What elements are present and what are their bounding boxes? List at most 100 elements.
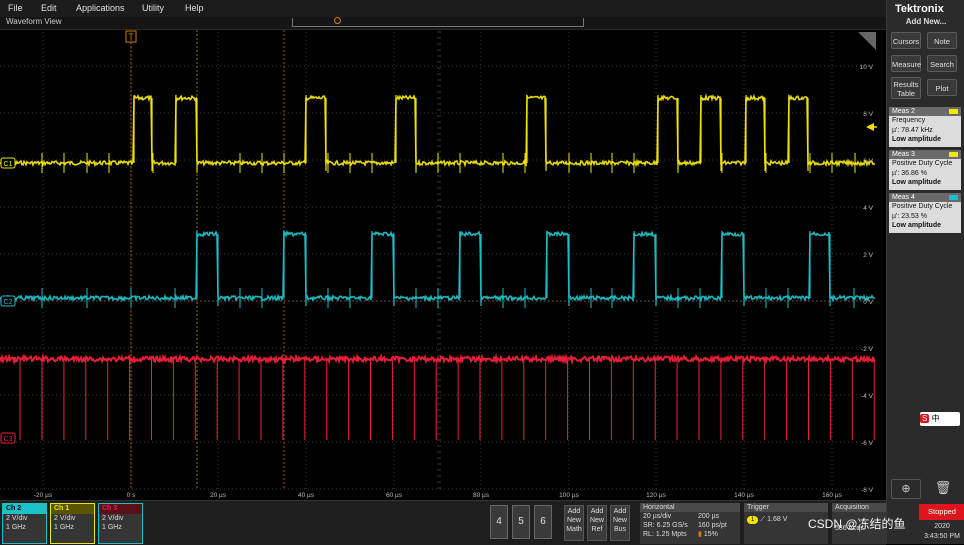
time-tick-label: 120 µs bbox=[646, 492, 666, 499]
ime-mode-label: 中 bbox=[931, 414, 940, 423]
channel-marker-label-1: C1 bbox=[4, 161, 13, 168]
channel-marker-label-2: C2 bbox=[4, 299, 13, 306]
meas-2-badge[interactable]: Meas 2 Frequency µ': 78.47 kHz Low ampli… bbox=[889, 107, 961, 147]
meas-4-title: Meas 4 bbox=[892, 194, 915, 201]
channel-4-button[interactable]: 4 bbox=[490, 505, 508, 539]
add-new-math-button[interactable]: Add New Math bbox=[564, 505, 584, 541]
meas-3-value: µ': 36.86 % bbox=[892, 169, 927, 177]
horizontal-badge[interactable]: Horizontal 20 µs/div 200 µs SR: 6.25 GS/s… bbox=[640, 503, 740, 544]
ch3-title: Ch 3 bbox=[99, 504, 142, 514]
add-ref-l2: New bbox=[589, 517, 604, 524]
volt-tick-label: 4 V bbox=[863, 205, 873, 212]
time-tick-label: 80 µs bbox=[473, 492, 490, 499]
add-math-l1: Add bbox=[567, 508, 581, 515]
menu-help[interactable]: Help bbox=[185, 3, 204, 13]
menu-bar: File Edit Applications Utility Help bbox=[0, 0, 886, 18]
volt-tick-label: 2 V bbox=[863, 252, 873, 259]
trigger-title: Trigger bbox=[744, 503, 828, 512]
trigger-channel: 1 bbox=[747, 516, 759, 524]
measure-button[interactable]: Measure bbox=[891, 55, 921, 72]
add-new-ref-button[interactable]: Add New Ref bbox=[587, 505, 607, 541]
record-overview-bar[interactable] bbox=[292, 17, 584, 27]
add-bus-l3: Bus bbox=[613, 526, 627, 533]
meas-3-badge[interactable]: Meas 3 Positive Duty Cycle µ': 36.86 % L… bbox=[889, 150, 961, 190]
add-new-bus-button[interactable]: Add New Bus bbox=[610, 505, 630, 541]
meas-4-badge[interactable]: Meas 4 Positive Duty Cycle µ': 23.53 % L… bbox=[889, 193, 961, 233]
cursors-button[interactable]: Cursors bbox=[891, 32, 921, 49]
plot-button[interactable]: Plot bbox=[927, 79, 957, 96]
trigger-marker-label: T bbox=[128, 32, 134, 42]
zoom-icon[interactable]: ⊕ bbox=[891, 479, 921, 499]
run-stop-status[interactable]: Stopped bbox=[919, 504, 964, 520]
volt-tick-label: 0 V bbox=[863, 299, 873, 306]
add-math-l2: New bbox=[566, 517, 581, 524]
ch3-trace bbox=[0, 352, 876, 366]
add-ref-l3: Ref bbox=[591, 526, 603, 533]
menu-applications[interactable]: Applications bbox=[76, 3, 125, 13]
meas-4-label: Positive Duty Cycle bbox=[892, 203, 953, 210]
brand-logo: Tektronix bbox=[895, 3, 944, 15]
input-method-icon[interactable]: S 中 bbox=[920, 412, 960, 426]
volt-tick-label: 10 V bbox=[860, 64, 874, 71]
settings-bar: Ch 2 2 V/div 1 GHz Ch 1 2 V/div 1 GHz Ch… bbox=[0, 500, 886, 545]
horizontal-rl: RL: 1.25 Mpts bbox=[643, 531, 687, 538]
right-panel: Tektronix Add New... Cursors Note Measur… bbox=[886, 0, 964, 544]
add-ref-l1: Add bbox=[590, 508, 604, 515]
meas-4-value: µ': 23.53 % bbox=[892, 212, 927, 220]
note-button[interactable]: Note bbox=[927, 32, 957, 49]
meas-3-color-swatch bbox=[949, 152, 958, 157]
meas-3-note: Low amplitude bbox=[892, 179, 941, 186]
meas-3-label: Positive Duty Cycle bbox=[892, 160, 953, 167]
time-tick-label: 60 µs bbox=[386, 492, 403, 499]
trigger-level: 1.68 V bbox=[767, 516, 788, 523]
menu-file[interactable]: File bbox=[8, 3, 23, 13]
horizontal-pt: 160 ps/pt bbox=[698, 522, 727, 529]
time-tick-label: 140 µs bbox=[734, 492, 754, 499]
volt-tick-label: -2 V bbox=[861, 346, 874, 353]
time-tick-label: 100 µs bbox=[559, 492, 579, 499]
date-text: 2020 bbox=[934, 523, 950, 530]
meas-3-title: Meas 3 bbox=[892, 151, 915, 158]
add-bus-l1: Add bbox=[613, 508, 627, 515]
menu-edit[interactable]: Edit bbox=[41, 3, 57, 13]
ch1-badge[interactable]: Ch 1 2 V/div 1 GHz bbox=[50, 503, 95, 544]
view-corner-icon bbox=[858, 32, 876, 50]
ch1-title: Ch 1 bbox=[51, 504, 94, 514]
add-bus-l2: New bbox=[612, 517, 627, 524]
horizontal-pos: 15% bbox=[703, 531, 718, 538]
trash-icon[interactable]: 🗑 bbox=[933, 479, 953, 499]
channel-marker-label-3: C3 bbox=[4, 436, 13, 443]
waveform-plot[interactable]: T C1 C2 C3 10 V 8 V 6 V 4 V 2 V 0 V -2 V -4 V -6 V -8… bbox=[0, 30, 878, 500]
menu-utility[interactable]: Utility bbox=[142, 3, 164, 13]
volt-tick-label: -6 V bbox=[861, 440, 874, 447]
sogou-logo-icon: S bbox=[920, 414, 930, 423]
ch1-vdiv: 2 V/div bbox=[54, 515, 76, 522]
horizontal-tdiv: 20 µs/div bbox=[643, 513, 672, 520]
add-new-label: Add New... bbox=[905, 17, 947, 26]
time-tick-label: -20 µs bbox=[34, 492, 53, 499]
search-button[interactable]: Search bbox=[927, 55, 957, 72]
horizontal-title: Horizontal bbox=[640, 503, 740, 512]
time-text: 3:43:50 PM bbox=[924, 533, 960, 540]
volt-tick-label: 6 V bbox=[863, 158, 873, 165]
trigger-level-arrow bbox=[866, 123, 874, 131]
meas-4-note: Low amplitude bbox=[892, 222, 941, 229]
ch3-bw: 1 GHz bbox=[102, 524, 122, 531]
meas-2-note: Low amplitude bbox=[892, 136, 941, 143]
ch2-vdiv: 2 V/div bbox=[6, 515, 28, 522]
watermark-text: CSDN @冻结的鱼 bbox=[808, 517, 906, 531]
add-math-l3: Math bbox=[566, 526, 582, 533]
position-marker-icon: ▮ bbox=[698, 531, 702, 538]
horizontal-pos-row: ▮ 15% bbox=[698, 530, 718, 539]
ch2-badge[interactable]: Ch 2 2 V/div 1 GHz bbox=[2, 503, 47, 544]
meas-2-label: Frequency bbox=[892, 117, 926, 124]
overview-trigger-marker[interactable] bbox=[334, 17, 341, 24]
results-table-button[interactable]: Results Table bbox=[891, 77, 921, 99]
ch3-badge[interactable]: Ch 3 2 V/div 1 GHz bbox=[98, 503, 143, 544]
time-tick-label: 40 µs bbox=[298, 492, 315, 499]
waveform-header: Waveform View bbox=[0, 17, 886, 30]
horizontal-sr: SR: 6.25 GS/s bbox=[643, 522, 688, 529]
channel-6-button[interactable]: 6 bbox=[534, 505, 552, 539]
channel-5-button[interactable]: 5 bbox=[512, 505, 530, 539]
ch3-vdiv: 2 V/div bbox=[102, 515, 124, 522]
